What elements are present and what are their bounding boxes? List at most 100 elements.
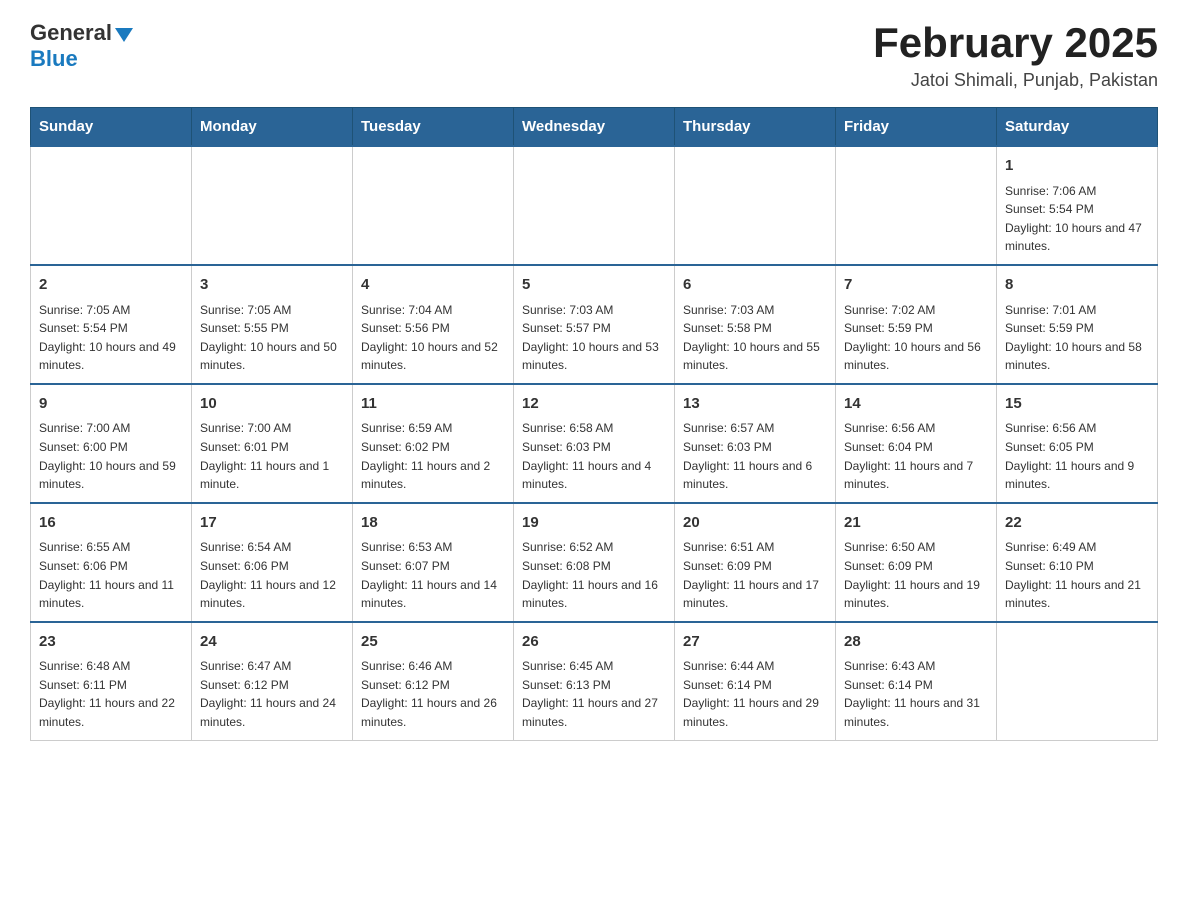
day-info: Sunrise: 7:06 AM Sunset: 5:54 PM Dayligh… <box>1005 182 1149 256</box>
day-info: Sunrise: 7:01 AM Sunset: 5:59 PM Dayligh… <box>1005 301 1149 375</box>
page-title: February 2025 <box>873 20 1158 66</box>
calendar-week-5: 23Sunrise: 6:48 AM Sunset: 6:11 PM Dayli… <box>31 622 1158 740</box>
day-number: 4 <box>361 274 505 297</box>
calendar-cell <box>997 622 1158 740</box>
day-info: Sunrise: 6:58 AM Sunset: 6:03 PM Dayligh… <box>522 419 666 493</box>
header-tuesday: Tuesday <box>353 108 514 147</box>
day-number: 25 <box>361 631 505 654</box>
calendar-cell: 4 Sunrise: 7:04 AM Sunset: 5:56 PM Daylig… <box>353 265 514 384</box>
calendar-week-2: 2Sunrise: 7:05 AM Sunset: 5:54 PM Daylig… <box>31 265 1158 384</box>
day-number: 7 <box>844 274 988 297</box>
header-monday: Monday <box>192 108 353 147</box>
calendar-cell: 12 Sunrise: 6:58 AM Sunset: 6:03 PM Dayli… <box>514 384 675 503</box>
day-info: Sunrise: 7:03 AM Sunset: 5:57 PM Dayligh… <box>522 301 666 375</box>
day-info: Sunrise: 6:47 AM Sunset: 6:12 PM Dayligh… <box>200 657 344 731</box>
day-number: 8 <box>1005 274 1149 297</box>
day-info: Sunrise: 6:44 AM Sunset: 6:14 PM Dayligh… <box>683 657 827 731</box>
calendar-header-row: SundayMondayTuesdayWednesdayThursdayFrid… <box>31 108 1158 147</box>
page-subtitle: Jatoi Shimali, Punjab, Pakistan <box>873 70 1158 91</box>
day-number: 18 <box>361 512 505 535</box>
day-info: Sunrise: 7:02 AM Sunset: 5:59 PM Dayligh… <box>844 301 988 375</box>
calendar-week-4: 16 Sunrise: 6:55 AM Sunset: 6:06 PM Dayli… <box>31 503 1158 622</box>
day-info: Sunrise: 7:00 AM Sunset: 6:01 PM Dayligh… <box>200 419 344 493</box>
day-number: 23 <box>39 631 183 654</box>
calendar-cell: 22 Sunrise: 6:49 AM Sunset: 6:10 PM Dayli… <box>997 503 1158 622</box>
day-number: 2 <box>39 274 183 297</box>
day-number: 3 <box>200 274 344 297</box>
calendar-cell: 26Sunrise: 6:45 AM Sunset: 6:13 PM Dayli… <box>514 622 675 740</box>
header-thursday: Thursday <box>675 108 836 147</box>
calendar-cell: 9 Sunrise: 7:00 AM Sunset: 6:00 PM Daylig… <box>31 384 192 503</box>
day-info: Sunrise: 6:43 AM Sunset: 6:14 PM Dayligh… <box>844 657 988 731</box>
calendar-cell: 16 Sunrise: 6:55 AM Sunset: 6:06 PM Dayli… <box>31 503 192 622</box>
header-wednesday: Wednesday <box>514 108 675 147</box>
header-saturday: Saturday <box>997 108 1158 147</box>
calendar-cell: 3 Sunrise: 7:05 AM Sunset: 5:55 PM Daylig… <box>192 265 353 384</box>
day-number: 9 <box>39 393 183 416</box>
logo-general: General <box>30 20 112 46</box>
day-info: Sunrise: 6:59 AM Sunset: 6:02 PM Dayligh… <box>361 419 505 493</box>
day-info: Sunrise: 7:03 AM Sunset: 5:58 PM Dayligh… <box>683 301 827 375</box>
day-info: Sunrise: 6:57 AM Sunset: 6:03 PM Dayligh… <box>683 419 827 493</box>
calendar-cell <box>836 146 997 265</box>
day-number: 17 <box>200 512 344 535</box>
day-info: Sunrise: 6:46 AM Sunset: 6:12 PM Dayligh… <box>361 657 505 731</box>
day-info: Sunrise: 6:56 AM Sunset: 6:05 PM Dayligh… <box>1005 419 1149 493</box>
day-number: 16 <box>39 512 183 535</box>
logo-blue: Blue <box>30 46 78 71</box>
day-number: 10 <box>200 393 344 416</box>
calendar-cell: 6Sunrise: 7:03 AM Sunset: 5:58 PM Daylig… <box>675 265 836 384</box>
calendar-cell: 24 Sunrise: 6:47 AM Sunset: 6:12 PM Dayli… <box>192 622 353 740</box>
day-number: 5 <box>522 274 666 297</box>
calendar-table: SundayMondayTuesdayWednesdayThursdayFrid… <box>30 107 1158 740</box>
calendar-cell <box>192 146 353 265</box>
header-friday: Friday <box>836 108 997 147</box>
calendar-cell: 17 Sunrise: 6:54 AM Sunset: 6:06 PM Dayli… <box>192 503 353 622</box>
day-number: 14 <box>844 393 988 416</box>
day-info: Sunrise: 6:49 AM Sunset: 6:10 PM Dayligh… <box>1005 538 1149 612</box>
calendar-header: SundayMondayTuesdayWednesdayThursdayFrid… <box>31 108 1158 147</box>
calendar-cell: 27 Sunrise: 6:44 AM Sunset: 6:14 PM Dayli… <box>675 622 836 740</box>
page-header: General Blue February 2025 Jatoi Shimali… <box>30 20 1158 91</box>
calendar-cell: 10 Sunrise: 7:00 AM Sunset: 6:01 PM Dayli… <box>192 384 353 503</box>
day-info: Sunrise: 6:51 AM Sunset: 6:09 PM Dayligh… <box>683 538 827 612</box>
day-number: 12 <box>522 393 666 416</box>
calendar-week-3: 9 Sunrise: 7:00 AM Sunset: 6:00 PM Daylig… <box>31 384 1158 503</box>
header-sunday: Sunday <box>31 108 192 147</box>
calendar-cell <box>675 146 836 265</box>
calendar-cell: 13Sunrise: 6:57 AM Sunset: 6:03 PM Dayli… <box>675 384 836 503</box>
day-number: 28 <box>844 631 988 654</box>
calendar-cell: 14 Sunrise: 6:56 AM Sunset: 6:04 PM Dayli… <box>836 384 997 503</box>
day-info: Sunrise: 7:00 AM Sunset: 6:00 PM Dayligh… <box>39 419 183 493</box>
calendar-cell: 15 Sunrise: 6:56 AM Sunset: 6:05 PM Dayli… <box>997 384 1158 503</box>
day-info: Sunrise: 6:50 AM Sunset: 6:09 PM Dayligh… <box>844 538 988 612</box>
day-number: 27 <box>683 631 827 654</box>
day-info: Sunrise: 6:54 AM Sunset: 6:06 PM Dayligh… <box>200 538 344 612</box>
calendar-cell: 23Sunrise: 6:48 AM Sunset: 6:11 PM Dayli… <box>31 622 192 740</box>
calendar-cell: 5 Sunrise: 7:03 AM Sunset: 5:57 PM Daylig… <box>514 265 675 384</box>
calendar-cell: 25 Sunrise: 6:46 AM Sunset: 6:12 PM Dayli… <box>353 622 514 740</box>
logo: General Blue <box>30 20 133 72</box>
day-number: 19 <box>522 512 666 535</box>
day-info: Sunrise: 6:52 AM Sunset: 6:08 PM Dayligh… <box>522 538 666 612</box>
day-number: 26 <box>522 631 666 654</box>
day-number: 22 <box>1005 512 1149 535</box>
day-info: Sunrise: 7:04 AM Sunset: 5:56 PM Dayligh… <box>361 301 505 375</box>
calendar-cell: 1 Sunrise: 7:06 AM Sunset: 5:54 PM Daylig… <box>997 146 1158 265</box>
day-number: 21 <box>844 512 988 535</box>
calendar-body: 1 Sunrise: 7:06 AM Sunset: 5:54 PM Daylig… <box>31 146 1158 740</box>
logo-triangle-icon <box>115 28 133 42</box>
day-info: Sunrise: 7:05 AM Sunset: 5:55 PM Dayligh… <box>200 301 344 375</box>
calendar-cell <box>514 146 675 265</box>
calendar-cell: 11Sunrise: 6:59 AM Sunset: 6:02 PM Dayli… <box>353 384 514 503</box>
day-info: Sunrise: 6:55 AM Sunset: 6:06 PM Dayligh… <box>39 538 183 612</box>
day-number: 20 <box>683 512 827 535</box>
day-number: 24 <box>200 631 344 654</box>
day-info: Sunrise: 6:56 AM Sunset: 6:04 PM Dayligh… <box>844 419 988 493</box>
day-number: 1 <box>1005 155 1149 178</box>
day-number: 15 <box>1005 393 1149 416</box>
calendar-cell: 8 Sunrise: 7:01 AM Sunset: 5:59 PM Daylig… <box>997 265 1158 384</box>
calendar-cell: 19 Sunrise: 6:52 AM Sunset: 6:08 PM Dayli… <box>514 503 675 622</box>
calendar-cell: 20 Sunrise: 6:51 AM Sunset: 6:09 PM Dayli… <box>675 503 836 622</box>
calendar-week-1: 1 Sunrise: 7:06 AM Sunset: 5:54 PM Daylig… <box>31 146 1158 265</box>
